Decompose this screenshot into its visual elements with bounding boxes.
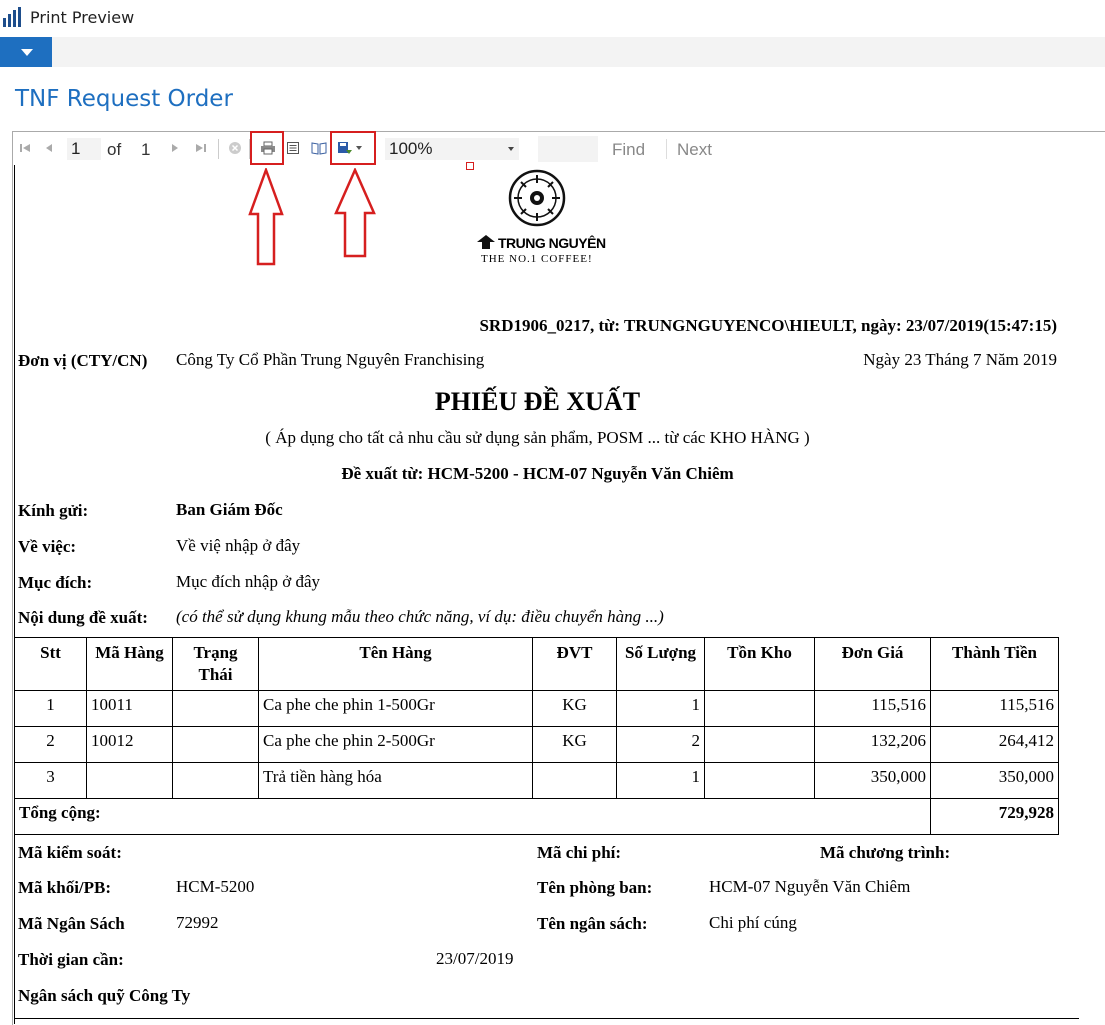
page-setup-icon[interactable] (286, 141, 300, 155)
menu-dropdown-button[interactable] (0, 37, 52, 67)
marker-dot (466, 162, 474, 170)
stop-icon[interactable] (228, 141, 242, 155)
report-viewer: of 1 Find Next (12, 131, 1105, 1025)
arrow-up-export-annotation (334, 168, 376, 258)
toolbar-separator (218, 139, 219, 159)
window-title: Print Preview (30, 8, 135, 27)
title-bar: Print Preview (0, 0, 1105, 36)
next-page-icon[interactable] (169, 142, 181, 154)
print-layout-icon[interactable] (311, 141, 327, 155)
arrow-up-print-annotation (248, 168, 284, 266)
page-total: 1 (141, 140, 151, 159)
toolbar-separator (666, 139, 667, 159)
first-page-icon[interactable] (19, 142, 31, 154)
find-input[interactable] (538, 136, 598, 162)
next-button[interactable]: Next (677, 140, 712, 160)
page-number-input[interactable] (67, 138, 101, 160)
previous-page-icon[interactable] (43, 142, 55, 154)
find-button[interactable]: Find (612, 140, 645, 160)
zoom-select[interactable] (385, 138, 519, 160)
action-strip (0, 37, 1105, 67)
page-title: TNF Request Order (15, 86, 233, 112)
print-preview-icon (3, 7, 21, 27)
viewer-toolbar: of 1 Find Next (13, 131, 1105, 170)
zoom-chevron-down-icon[interactable] (507, 146, 515, 152)
page-of-label: of (107, 140, 122, 159)
print-highlight-box (250, 131, 284, 165)
last-page-icon[interactable] (195, 142, 207, 154)
export-highlight-box (330, 131, 376, 165)
